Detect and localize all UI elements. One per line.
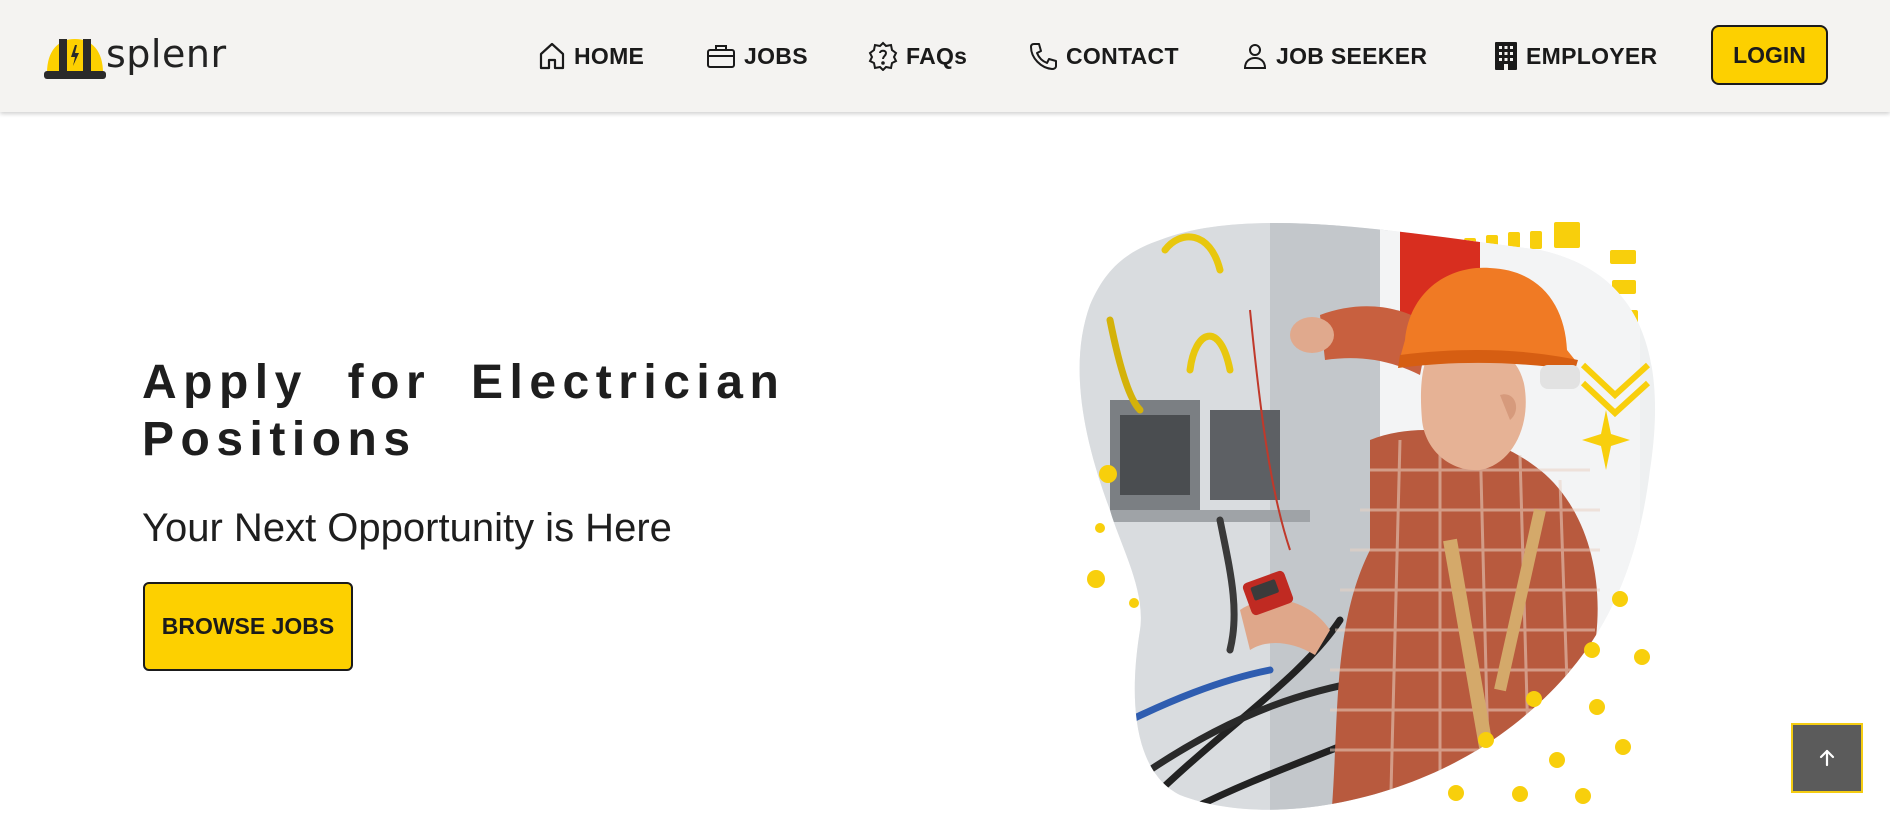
- hero-subtitle: Your Next Opportunity is Here: [142, 506, 672, 550]
- logo-link[interactable]: splenr: [44, 32, 227, 80]
- electrician-photo: [1079, 222, 1656, 810]
- arrow-up-icon: [1819, 749, 1835, 767]
- hard-hat-logo-icon: [44, 39, 106, 79]
- nav-employer[interactable]: EMPLOYER: [1494, 36, 1657, 76]
- briefcase-icon: [707, 45, 735, 68]
- site-header: splenr HOME JOBS FAQs CONTACT JOB SEEKER…: [0, 0, 1890, 112]
- building-icon: [1495, 42, 1517, 70]
- nav-home-label: HOME: [574, 42, 645, 69]
- nav-job-seeker[interactable]: JOB SEEKER: [1242, 36, 1427, 76]
- brand-name: splenr: [106, 32, 227, 76]
- nav-faqs[interactable]: FAQs: [868, 36, 967, 76]
- login-button[interactable]: LOGIN: [1711, 25, 1828, 85]
- nav-job-seeker-label: JOB SEEKER: [1276, 42, 1428, 69]
- nav-employer-label: EMPLOYER: [1526, 42, 1658, 69]
- person-icon: [1243, 44, 1267, 69]
- nav-home[interactable]: HOME: [538, 36, 644, 76]
- browse-jobs-button[interactable]: BROWSE JOBS: [143, 582, 353, 671]
- nav-contact-label: CONTACT: [1066, 42, 1179, 69]
- nav-jobs-label: JOBS: [744, 42, 808, 69]
- hero-illustration: [1079, 222, 1656, 810]
- question-badge-icon: [868, 41, 898, 71]
- hero-title: Apply for Electrician Positions: [142, 356, 786, 466]
- home-icon: [539, 42, 565, 70]
- nav-jobs[interactable]: JOBS: [706, 36, 808, 76]
- phone-icon: [1030, 43, 1057, 70]
- nav-contact[interactable]: CONTACT: [1028, 36, 1179, 76]
- scroll-to-top-button[interactable]: [1791, 723, 1863, 793]
- nav-faqs-label: FAQs: [906, 42, 968, 69]
